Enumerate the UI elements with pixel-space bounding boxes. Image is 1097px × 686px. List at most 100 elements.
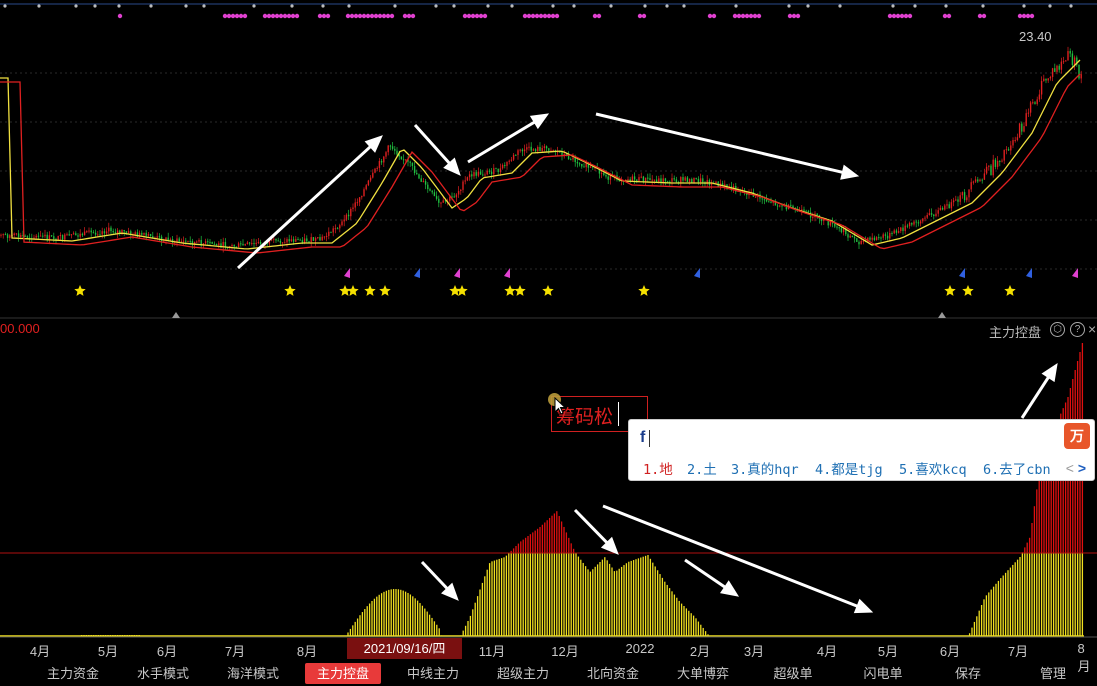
ime-candidate-5[interactable]: 5.喜欢kcq bbox=[899, 458, 967, 478]
candlestick bbox=[396, 150, 398, 155]
tab-super-order[interactable]: 超级单 bbox=[761, 663, 824, 684]
signal-dot bbox=[278, 13, 284, 19]
candlestick bbox=[83, 231, 86, 236]
candlestick bbox=[1003, 149, 1005, 161]
star-icon bbox=[504, 285, 516, 296]
candlestick bbox=[345, 214, 348, 220]
candlestick bbox=[996, 160, 999, 167]
ime-candidate-4[interactable]: 4.都是tjg bbox=[815, 458, 883, 478]
candlestick bbox=[537, 146, 539, 152]
signal-dot bbox=[756, 13, 762, 19]
candlestick bbox=[334, 228, 337, 230]
signal-dot bbox=[744, 13, 750, 19]
ime-logo-icon[interactable]: 万 bbox=[1064, 423, 1090, 449]
candlestick bbox=[990, 165, 992, 176]
star-icon bbox=[347, 285, 359, 296]
candlestick bbox=[1010, 145, 1012, 151]
signal-dot bbox=[452, 4, 456, 8]
signal-dot bbox=[294, 13, 300, 19]
candlestick bbox=[941, 207, 944, 210]
candlestick bbox=[284, 242, 286, 244]
ime-candidate-window[interactable]: f 万 1.地 2.土 3.真的hqr 4.都是tjg 5.喜欢kcq 6.去了… bbox=[628, 419, 1095, 481]
signal-dot bbox=[325, 13, 331, 19]
candlestick bbox=[902, 227, 904, 231]
ime-candidate-2[interactable]: 2.土 bbox=[687, 458, 717, 478]
manage-button[interactable]: 管理 bbox=[1028, 663, 1078, 684]
candlestick bbox=[427, 184, 429, 190]
candlestick bbox=[6, 234, 9, 238]
candlestick bbox=[974, 179, 977, 182]
signal-dot bbox=[944, 4, 948, 8]
candlestick bbox=[603, 172, 605, 176]
candlestick bbox=[715, 181, 717, 184]
candlestick bbox=[26, 235, 29, 238]
ime-prev-icon[interactable]: < bbox=[1066, 460, 1074, 476]
candlestick bbox=[578, 163, 581, 165]
signal-dot bbox=[37, 4, 41, 8]
ime-next-icon[interactable]: > bbox=[1078, 460, 1086, 476]
candlestick bbox=[347, 214, 350, 217]
candlestick bbox=[123, 230, 125, 232]
candlestick bbox=[1038, 94, 1041, 100]
ime-candidate-3[interactable]: 3.真的hqr bbox=[731, 458, 799, 478]
signal-dot bbox=[1069, 4, 1073, 8]
ime-caret bbox=[649, 430, 650, 447]
tab-main-control[interactable]: 主力控盘 bbox=[304, 663, 382, 684]
candlestick bbox=[957, 199, 959, 202]
candlestick bbox=[886, 235, 889, 239]
price-chart[interactable] bbox=[0, 0, 1097, 320]
candlestick bbox=[0, 234, 2, 236]
candlestick bbox=[369, 177, 372, 181]
candlestick bbox=[1065, 60, 1067, 62]
star-icon bbox=[542, 285, 554, 296]
x-tick: 3月 bbox=[743, 644, 765, 659]
candlestick bbox=[242, 243, 244, 246]
tab-northbound-funds[interactable]: 北向资金 bbox=[575, 663, 651, 684]
candlestick bbox=[308, 241, 310, 243]
candlestick bbox=[908, 222, 911, 227]
ime-candidate-1[interactable]: 1.地 bbox=[643, 458, 673, 478]
candlestick bbox=[4, 234, 7, 236]
tab-flash-order[interactable]: 闪电单 bbox=[851, 663, 914, 684]
star-icon bbox=[944, 285, 956, 296]
candlestick bbox=[607, 176, 609, 180]
tab-big-order-game[interactable]: 大单博弈 bbox=[665, 663, 741, 684]
candlestick bbox=[356, 202, 359, 204]
signal-dot bbox=[410, 13, 416, 19]
candlestick bbox=[935, 213, 937, 217]
signal-dot bbox=[538, 13, 544, 19]
candlestick bbox=[99, 234, 101, 236]
candlestick bbox=[94, 232, 97, 235]
candlestick bbox=[946, 204, 948, 206]
candlestick bbox=[972, 181, 975, 183]
annotation-arrow bbox=[573, 508, 608, 544]
candlestick bbox=[807, 210, 810, 213]
candlestick bbox=[209, 241, 211, 243]
signal-dot bbox=[554, 13, 560, 19]
tab-ocean-mode[interactable]: 海洋模式 bbox=[215, 663, 291, 684]
signal-dot bbox=[222, 13, 228, 19]
candlestick bbox=[323, 236, 326, 238]
signal-dot bbox=[981, 13, 987, 19]
save-button[interactable]: 保存 bbox=[943, 663, 993, 684]
candlestick bbox=[385, 152, 387, 157]
ime-candidate-6[interactable]: 6.去了cbn bbox=[983, 458, 1051, 478]
candlestick bbox=[213, 243, 216, 245]
annotation-arrowhead bbox=[840, 164, 860, 180]
candlestick bbox=[257, 241, 260, 243]
tab-midline-main[interactable]: 中线主力 bbox=[395, 663, 471, 684]
candlestick bbox=[367, 180, 370, 186]
annotation-arrow bbox=[236, 145, 372, 270]
candlestick bbox=[374, 168, 376, 173]
signal-dot bbox=[887, 13, 893, 19]
tab-sailor-mode[interactable]: 水手模式 bbox=[125, 663, 201, 684]
candlestick bbox=[636, 179, 638, 181]
candlestick bbox=[506, 161, 508, 166]
candlestick bbox=[548, 148, 550, 151]
star-icon bbox=[284, 285, 296, 296]
candlestick bbox=[933, 214, 935, 217]
candlestick bbox=[633, 176, 636, 180]
tab-super-main[interactable]: 超级主力 bbox=[485, 663, 561, 684]
tab-main-funds[interactable]: 主力资金 bbox=[35, 663, 111, 684]
signal-dot bbox=[526, 13, 532, 19]
